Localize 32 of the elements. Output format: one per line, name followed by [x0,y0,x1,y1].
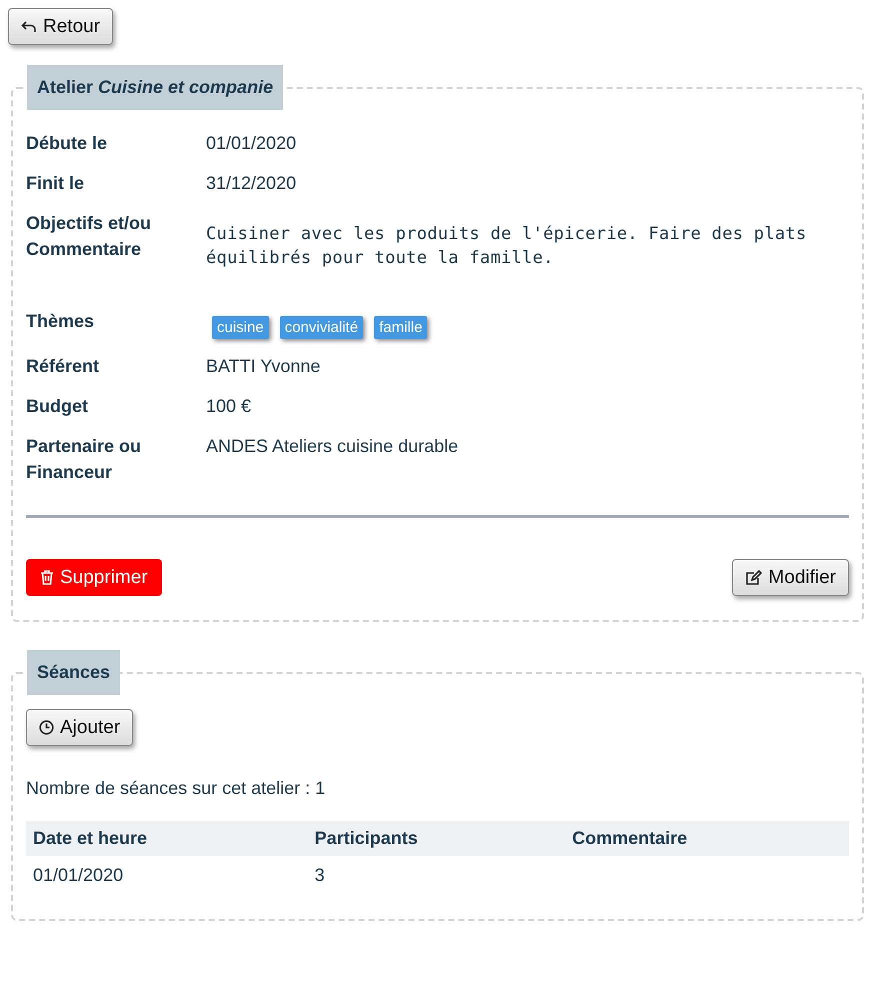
field-value: 01/01/2020 [206,132,298,155]
field-label: Thèmes [26,310,96,333]
back-arrow-icon [21,20,37,34]
field-label: Finit le [26,172,85,195]
table-cell: 01/01/2020 [26,856,308,895]
field-label: Objectifs et/ou Commentaire [26,212,152,261]
field-value: ANDES Ateliers cuisine durable [206,435,460,458]
theme-tag: convivialité [280,316,364,339]
add-button[interactable]: Ajouter [26,709,134,746]
sessions-title: Séances [27,650,120,695]
column-header: Participants [308,821,566,856]
theme-tag: cuisine [212,316,269,339]
field-value: 100 € [206,395,252,418]
comment-text: Cuisiner avec les produits de l'épicerie. Faire des plats équilibrés pour toute la famille. [206,223,808,270]
edit-icon [745,570,762,586]
field-value: BATTI Yvonne [206,355,322,378]
field-label: Référent [26,355,100,378]
table-cell: 3 [308,856,566,895]
column-header: Date et heure [26,821,308,856]
field-value: 31/12/2020 [206,172,298,195]
workshop-title: Atelier Cuisine et companie [27,65,284,110]
field-label: Débute le [26,132,108,155]
clock-icon [39,720,54,735]
trash-icon [40,570,54,585]
session-count-text: Nombre de séances sur cet atelier : 1 [26,778,326,799]
delete-button[interactable]: Supprimer [26,559,162,596]
theme-tag: famille [374,316,428,339]
field-label: Budget [26,395,89,418]
back-button[interactable]: Retour [8,8,114,45]
column-header: Commentaire [565,821,849,856]
edit-button[interactable]: Modifier [732,559,849,596]
field-label: Partenaire ou Financeur [26,435,142,484]
